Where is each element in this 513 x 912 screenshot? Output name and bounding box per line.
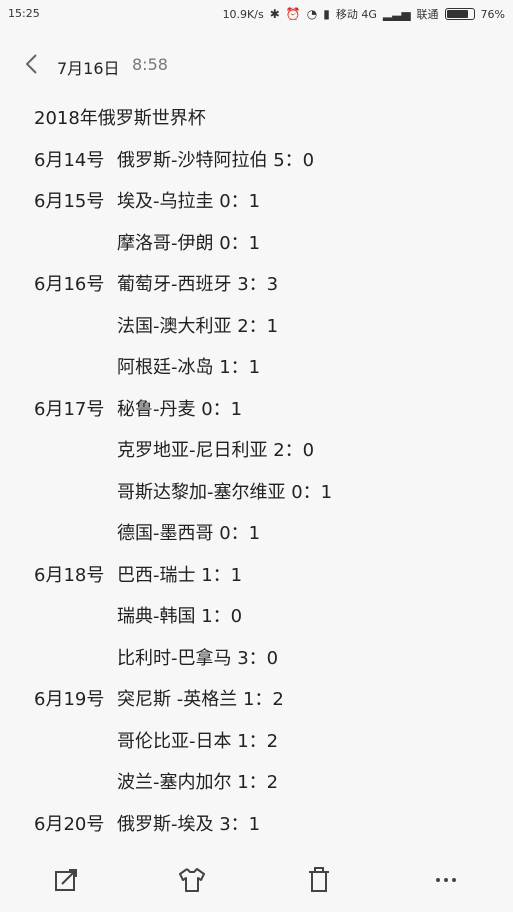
- network-speed: 10.9K/s: [222, 7, 264, 21]
- share-button[interactable]: [50, 864, 82, 896]
- note-title: 2018年俄罗斯世界杯: [34, 108, 206, 129]
- day-label: 6月15号: [34, 191, 105, 212]
- wifi-icon: ◔: [306, 7, 318, 21]
- alarm-icon: ⏰: [285, 7, 301, 21]
- back-icon: [25, 54, 37, 74]
- match-result: 比利时-巴拿马 3：0: [117, 647, 279, 669]
- note-time: 8:58: [132, 55, 168, 74]
- day-label: 6月17号: [34, 398, 105, 420]
- match-result: 克罗地亚-尼日利亚 2：0: [117, 440, 315, 461]
- signal-icon: ▮: [323, 7, 330, 21]
- battery-percent: 76%: [480, 7, 505, 21]
- day-label: 6月16号: [34, 274, 105, 295]
- note-date: 7月16日: [57, 59, 120, 78]
- match-result: 突尼斯 -英格兰 1：2: [117, 689, 284, 710]
- status-right: 10.9K/s ✱ ⏰ ◔ ▮ 移动 4G ▂▃▅ 联通 76%: [223, 6, 505, 22]
- match-result: 埃及-乌拉圭 0：1: [117, 191, 261, 212]
- match-result: 德国-墨西哥 0：1: [117, 523, 261, 544]
- match-result: 秘鲁-丹麦 0：1: [117, 398, 243, 420]
- bottom-toolbar: [0, 850, 513, 912]
- status-time: 15:25: [8, 7, 40, 20]
- match-result: 葡萄牙-西班牙 3：3: [117, 274, 279, 295]
- shirt-icon: [179, 868, 205, 892]
- carrier1: 移动 4G: [335, 8, 377, 21]
- trash-icon: [309, 867, 329, 892]
- match-result: 瑞典-韩国 1：0: [117, 606, 243, 627]
- delete-button[interactable]: [303, 864, 335, 896]
- carrier2: 联通: [416, 8, 439, 21]
- match-result: 俄罗斯-埃及 3：1: [117, 813, 261, 835]
- share-icon: [55, 869, 77, 891]
- match-result: 法国-澳大利亚 2：1: [117, 315, 279, 337]
- day-label: 6月20号: [34, 813, 105, 835]
- signal-bars-icon: ▂▃▅: [382, 7, 411, 21]
- more-icon: [436, 878, 456, 882]
- more-button[interactable]: [430, 864, 462, 896]
- day-label: 6月18号: [34, 564, 105, 586]
- match-result: 摩洛哥-伊朗 0：1: [117, 232, 261, 254]
- bluetooth-icon: ✱: [269, 7, 280, 21]
- match-result: 俄罗斯-沙特阿拉伯 5：0: [117, 149, 315, 171]
- status-bar: 15:25 10.9K/s ✱ ⏰ ◔ ▮ 移动 4G ▂▃▅ 联通 76%: [0, 0, 513, 28]
- note-content[interactable]: 2018年俄罗斯世界杯 6月14号 俄罗斯-沙特阿拉伯 5：0 6月15号 埃及-乌拉…: [0, 100, 513, 840]
- note-header: 7月16日 8:58: [0, 40, 513, 88]
- day-label: 6月19号: [34, 689, 105, 710]
- match-result: 哥伦比亚-日本 1：2: [117, 730, 279, 752]
- theme-button[interactable]: [176, 864, 208, 896]
- battery-icon: [444, 8, 475, 20]
- match-result: 巴西-瑞士 1：1: [117, 564, 243, 586]
- day-label: 6月14号: [34, 149, 105, 171]
- match-result: 哥斯达黎加-塞尔维亚 0：1: [117, 481, 333, 503]
- match-result: 阿根廷-冰岛 1：1: [117, 357, 261, 378]
- back-button[interactable]: [18, 50, 46, 78]
- match-result: 波兰-塞内加尔 1：2: [117, 772, 279, 793]
